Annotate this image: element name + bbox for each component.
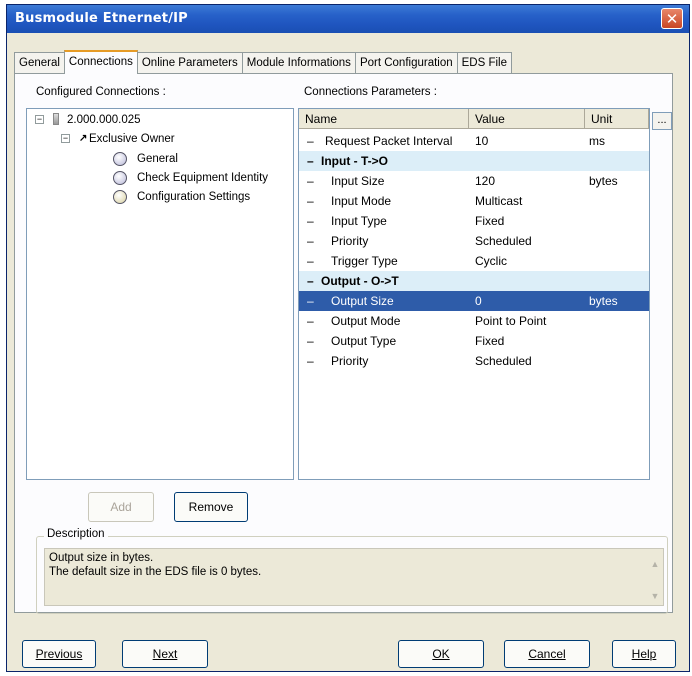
tree-node-general[interactable]: General (137, 151, 178, 167)
param-name: Priority (331, 354, 369, 368)
previous-label: Previous (35, 647, 83, 661)
connection-icon: ↗ (79, 133, 88, 144)
param-value: Scheduled (475, 234, 532, 248)
description-box: Output size in bytes. The default size i… (44, 548, 664, 606)
param-value: 10 (475, 134, 489, 148)
param-name: Request Packet Interval (325, 134, 453, 148)
cancel-label: Cancel (528, 647, 566, 661)
tree-node-check-equipment[interactable]: Check Equipment Identity (137, 170, 268, 186)
param-value: 0 (475, 294, 482, 308)
tab-general[interactable]: General (14, 52, 65, 74)
configured-connections-label: Configured Connections : (36, 86, 166, 98)
next-label: Next (152, 647, 178, 661)
tab-module-informations[interactable]: Module Informations (241, 52, 356, 74)
tree-node-configuration-settings[interactable]: Configuration Settings (137, 189, 250, 205)
param-unit: bytes (589, 174, 618, 188)
scroll-down-icon[interactable]: ▼ (649, 589, 661, 601)
module-icon (53, 113, 59, 125)
circle-icon (113, 152, 127, 166)
remove-button[interactable]: Remove (174, 492, 248, 522)
param-name: Output Type (331, 334, 397, 348)
grid-row[interactable]: – Priority Scheduled (299, 351, 649, 371)
param-name: Input Type (331, 214, 387, 228)
param-name: Input Mode (331, 194, 392, 208)
cancel-button[interactable]: Cancel (504, 640, 590, 668)
grid-row-selected[interactable]: – Output Size 0 bytes (299, 291, 649, 311)
grid-row[interactable]: – Trigger Type Cyclic (299, 251, 649, 271)
collapse-owner-icon[interactable]: − (61, 134, 70, 143)
grid-row[interactable]: – Request Packet Interval 10 ms (299, 131, 649, 151)
param-name: Output Size (331, 294, 394, 308)
tab-port-configuration[interactable]: Port Configuration (354, 52, 458, 74)
column-header-name[interactable]: Name (299, 109, 469, 129)
column-header-value[interactable]: Value (469, 109, 585, 129)
param-value: Fixed (475, 334, 505, 348)
grid-row[interactable]: – Output Mode Point to Point (299, 311, 649, 331)
tab-connections[interactable]: Connections (63, 50, 138, 74)
circle-icon (113, 190, 127, 204)
tree-node-root[interactable]: 2.000.000.025 (67, 112, 141, 128)
help-button[interactable]: Help (612, 640, 676, 668)
grid-group-row[interactable]: – Input - T->O (299, 151, 649, 171)
grid-header: Name Value Unit (299, 109, 649, 129)
param-name: Output Mode (331, 314, 401, 328)
param-value: Scheduled (475, 354, 532, 368)
circle-icon (113, 171, 127, 185)
description-title: Description (44, 528, 108, 540)
next-button[interactable]: Next (122, 640, 208, 668)
param-value: Fixed (475, 214, 505, 228)
window-title: Busmodule Etnernet/IP (15, 11, 188, 26)
add-button[interactable]: Add (88, 492, 154, 522)
grid-row[interactable]: – Input Size 120 bytes (299, 171, 649, 191)
tab-online-parameters[interactable]: Online Parameters (136, 52, 243, 74)
help-label: Help (631, 647, 657, 661)
ok-label: OK (432, 647, 450, 661)
close-icon: ✕ (665, 9, 679, 28)
title-bar[interactable]: Busmodule Etnernet/IP ✕ (7, 5, 689, 33)
param-value: Cyclic (475, 254, 507, 268)
grid-group-row[interactable]: – Output - O->T (299, 271, 649, 291)
column-header-unit[interactable]: Unit (585, 109, 649, 129)
param-unit: ms (589, 134, 605, 148)
description-line-2: The default size in the EDS file is 0 by… (49, 566, 262, 578)
ellipsis-button[interactable]: ... (652, 112, 672, 130)
param-value: Multicast (475, 194, 523, 208)
parameters-grid[interactable]: Name Value Unit – Request Packet Interva… (298, 108, 650, 480)
grid-row[interactable]: – Priority Scheduled (299, 231, 649, 251)
tree-node-exclusive-owner[interactable]: Exclusive Owner (89, 131, 175, 147)
grid-row[interactable]: – Input Mode Multicast (299, 191, 649, 211)
param-value: 120 (475, 174, 496, 188)
close-button[interactable]: ✕ (661, 8, 683, 29)
connections-tree[interactable]: − 2.000.000.025 − ↗ Exclusive Owner Gene… (26, 108, 294, 480)
description-scrollbar[interactable]: ▲ ▼ (647, 549, 663, 605)
param-name: Priority (331, 234, 369, 248)
previous-button[interactable]: Previous (22, 640, 96, 668)
group-name: Output - O->T (321, 274, 399, 288)
description-line-1: Output size in bytes. (49, 552, 154, 564)
param-name: Input Size (331, 174, 385, 188)
connections-parameters-label: Connections Parameters : (304, 86, 437, 98)
param-name: Trigger Type (331, 254, 398, 268)
collapse-root-icon[interactable]: − (35, 115, 44, 124)
tab-eds-file[interactable]: EDS File (456, 52, 513, 74)
scroll-up-icon[interactable]: ▲ (649, 557, 661, 569)
grid-row[interactable]: – Input Type Fixed (299, 211, 649, 231)
ok-button[interactable]: OK (398, 640, 484, 668)
param-unit: bytes (589, 294, 618, 308)
group-name: Input - T->O (321, 154, 388, 168)
param-value: Point to Point (475, 314, 547, 328)
grid-row[interactable]: – Output Type Fixed (299, 331, 649, 351)
tab-strip: General Connections Online Parameters Mo… (14, 50, 513, 74)
